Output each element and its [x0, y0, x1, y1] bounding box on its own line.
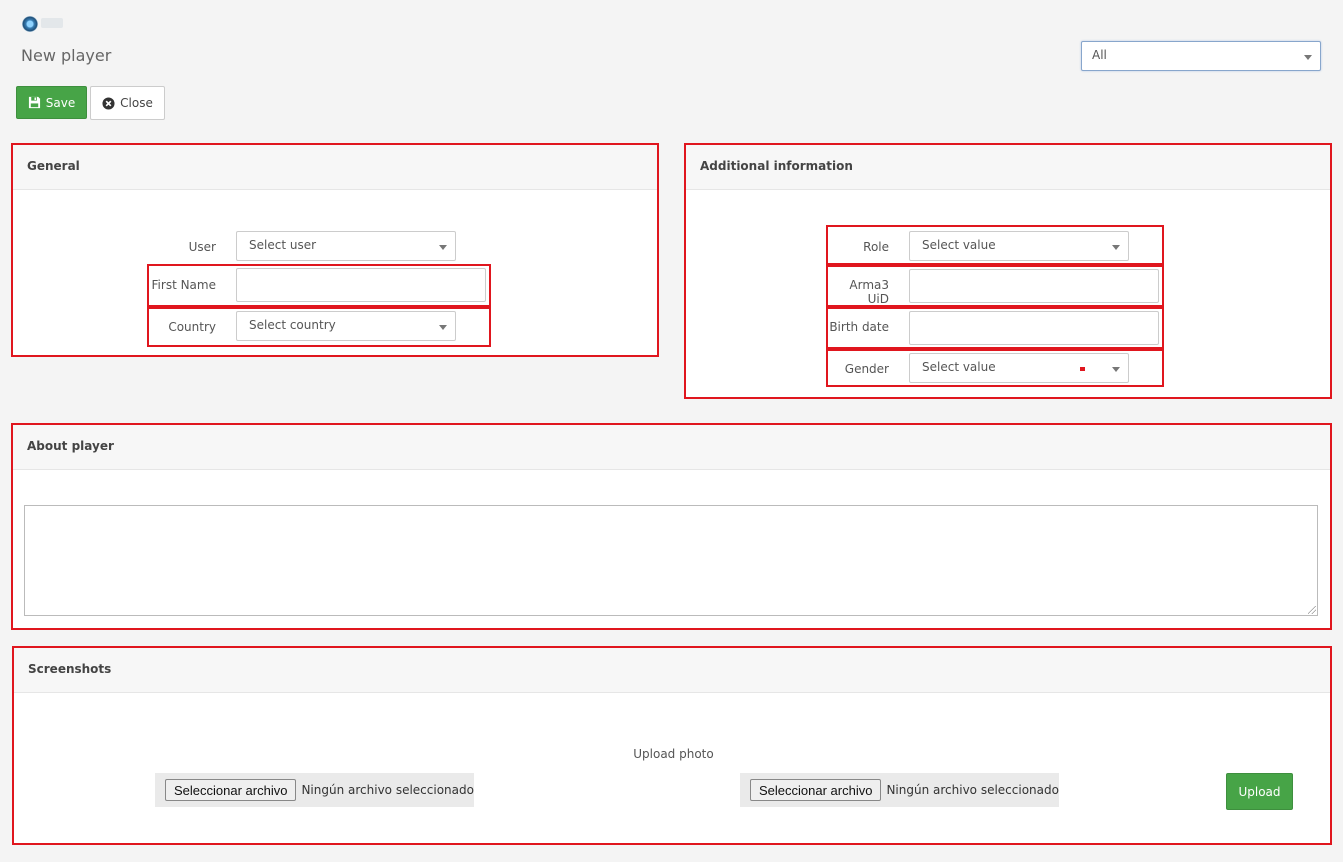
user-label: User [188, 240, 216, 254]
screenshots-panel-header: Screenshots [14, 648, 1330, 693]
required-marker [1080, 367, 1085, 371]
page-title: New player [21, 46, 112, 65]
filter-select[interactable]: All [1081, 41, 1321, 71]
role-select-value: Select value [922, 238, 996, 252]
chevron-down-icon [439, 325, 447, 330]
floppy-disk-icon [28, 96, 40, 109]
filter-select-value: All [1092, 48, 1107, 62]
close-button[interactable]: Close [90, 86, 165, 120]
close-button-label: Close [120, 96, 153, 110]
arma3-uid-label: Arma3 UiD [849, 278, 889, 306]
gender-label: Gender [844, 362, 889, 376]
general-panel-header: General [13, 145, 657, 190]
file-picker-1: Seleccionar archivo Ningún archivo selec… [155, 773, 474, 807]
close-circle-icon [102, 96, 115, 110]
user-select[interactable]: Select user [236, 231, 456, 261]
country-label: Country [168, 320, 216, 334]
country-select[interactable]: Select country [236, 311, 456, 341]
save-button-label: Save [45, 95, 76, 110]
save-button[interactable]: Save [16, 86, 87, 119]
general-panel-title: General [27, 159, 80, 173]
resize-handle-icon[interactable] [1308, 606, 1316, 614]
gender-select[interactable]: Select value [909, 353, 1129, 383]
country-select-value: Select country [249, 318, 336, 332]
birth-date-label: Birth date [829, 320, 889, 334]
about-player-textarea[interactable] [24, 505, 1318, 616]
arma3-uid-input[interactable] [909, 269, 1159, 303]
chevron-down-icon [1112, 245, 1120, 250]
upload-photo-label: Upload photo [633, 747, 714, 761]
role-select[interactable]: Select value [909, 231, 1129, 261]
about-player-panel-header: About player [13, 425, 1330, 470]
role-label: Role [863, 240, 889, 254]
choose-file-button[interactable]: Seleccionar archivo [750, 779, 882, 801]
first-name-input[interactable] [236, 268, 486, 302]
additional-info-panel-title: Additional information [700, 159, 853, 173]
chevron-down-icon [439, 245, 447, 250]
file-status-text: Ningún archivo seleccionado [886, 783, 1059, 797]
file-status-text: Ningún archivo seleccionado [301, 783, 474, 797]
screenshots-panel-title: Screenshots [28, 662, 112, 676]
screenshots-panel: Screenshots [14, 648, 1330, 843]
first-name-label: First Name [151, 278, 216, 292]
file-picker-2: Seleccionar archivo Ningún archivo selec… [740, 773, 1059, 807]
gender-select-value: Select value [922, 360, 996, 374]
birth-date-input[interactable] [909, 311, 1159, 345]
chevron-down-icon [1304, 55, 1312, 60]
choose-file-button[interactable]: Seleccionar archivo [165, 779, 297, 801]
about-player-panel-title: About player [27, 439, 114, 453]
chevron-down-icon [1112, 367, 1120, 372]
app-logo-wordmark [41, 18, 63, 28]
user-select-value: Select user [249, 238, 317, 252]
additional-info-panel-header: Additional information [686, 145, 1330, 190]
app-logo-icon [22, 16, 38, 32]
upload-button[interactable]: Upload [1226, 773, 1293, 810]
